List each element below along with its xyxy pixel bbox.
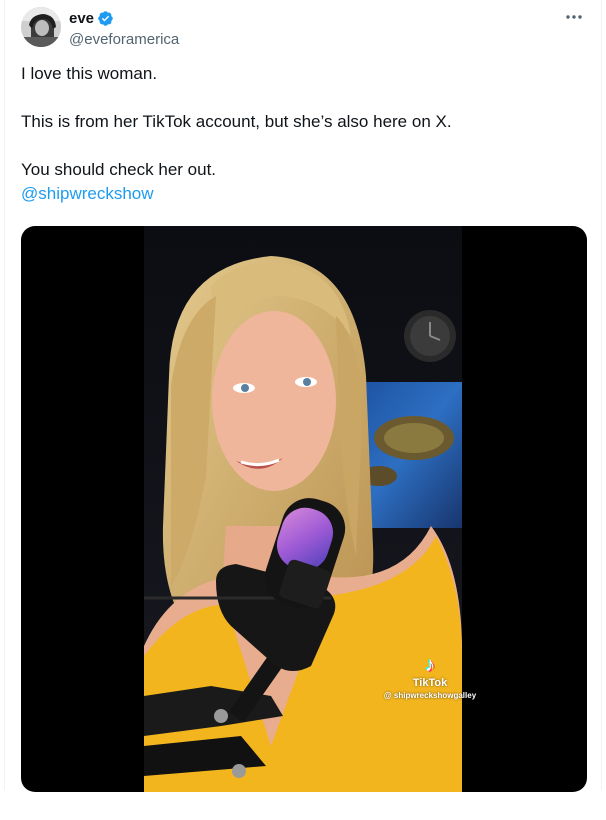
video-thumbnail xyxy=(144,226,462,792)
tweet-text: I love this woman. This is from her TikT… xyxy=(21,62,581,206)
tiktok-watermark: ♪ TikTok @ shipwreckshowgalley xyxy=(375,654,485,700)
more-options-icon[interactable] xyxy=(563,7,585,27)
tweet-text-line-1: I love this woman. xyxy=(21,64,158,83)
tiktok-logo-icon: ♪ xyxy=(425,654,435,676)
mention-link[interactable]: @shipwreckshow xyxy=(21,184,154,203)
tiktok-brand: TikTok xyxy=(412,677,448,689)
tweet-header: eve @eveforamerica xyxy=(21,7,591,49)
author-display-name[interactable]: eve xyxy=(69,10,94,27)
tweet-text-line-3: You should check her out. xyxy=(21,160,217,179)
author-avatar[interactable] xyxy=(21,7,61,47)
verified-badge-icon[interactable] xyxy=(97,10,114,27)
avatar-image xyxy=(21,7,61,47)
tweet-text-line-2: This is from her TikTok account, but she… xyxy=(21,112,452,131)
tweet-border-right xyxy=(601,0,602,790)
author-names: eve @eveforamerica xyxy=(69,9,179,49)
tiktok-username: @ shipwreckshowgalley xyxy=(383,691,477,700)
video-player[interactable]: ♪ TikTok @ shipwreckshowgalley xyxy=(21,226,587,792)
name-row: eve xyxy=(69,9,179,27)
tweet-border-left xyxy=(4,0,5,790)
author-handle[interactable]: @eveforamerica xyxy=(69,31,179,48)
